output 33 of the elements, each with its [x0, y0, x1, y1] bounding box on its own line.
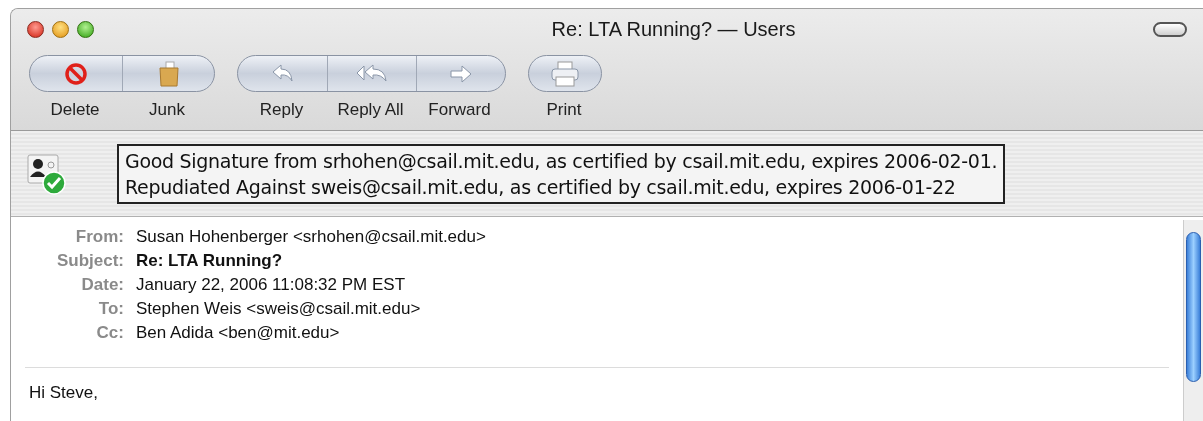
- window-title: Re: LTA Running? — Users: [551, 17, 796, 42]
- trash-bag-icon: [156, 60, 181, 87]
- contact-card-checkmark-icon: [27, 152, 67, 195]
- scrollbar[interactable]: [1183, 220, 1203, 421]
- toolbar-label: Delete: [50, 99, 100, 121]
- no-entry-icon: [64, 61, 88, 86]
- message-text: Hi Steve,: [29, 382, 99, 404]
- toolbar-label: Reply All: [337, 99, 404, 121]
- header-label: To:: [97, 298, 124, 321]
- header-value: Ben Adida <ben@mit.edu>: [136, 322, 340, 345]
- toolbar-label: Junk: [149, 99, 185, 121]
- minimize-button[interactable]: [52, 20, 69, 38]
- toolbar-label: Reply: [259, 99, 304, 121]
- toolbar-toggle-button[interactable]: [1153, 21, 1187, 37]
- header-value: January 22, 2006 11:08:32 PM EST: [136, 274, 406, 297]
- header-label: Cc:: [95, 322, 124, 345]
- double-left-arrow-icon: [355, 63, 389, 84]
- header-value: Susan Hohenberger <srhohen@csail.mit.edu>: [136, 226, 486, 249]
- header-label: Subject:: [55, 250, 124, 273]
- header-value: Re: LTA Running?: [136, 250, 283, 273]
- header-label: From:: [74, 226, 124, 249]
- scrollbar-thumb[interactable]: [1186, 232, 1201, 382]
- header-value: Stephen Weis <sweis@csail.mit.edu>: [136, 298, 421, 321]
- right-arrow-icon: [449, 63, 473, 84]
- signature-status-line: Repudiated Against sweis@csail.mit.edu, as certified by csail.mit.edu, expires 2006-01-22: [125, 174, 957, 200]
- toolbar-label: Forward: [428, 99, 491, 121]
- left-arrow-icon: [270, 63, 295, 84]
- close-button[interactable]: [27, 20, 44, 38]
- zoom-button[interactable]: [77, 20, 94, 38]
- header-label: Date:: [80, 274, 124, 297]
- printer-icon: [550, 60, 580, 87]
- toolbar-label: Print: [546, 99, 582, 121]
- signature-status-line: Good Signature from srhohen@csail.mit.edu, as certified by csail.mit.edu, expires 2006-02-01.: [125, 148, 998, 174]
